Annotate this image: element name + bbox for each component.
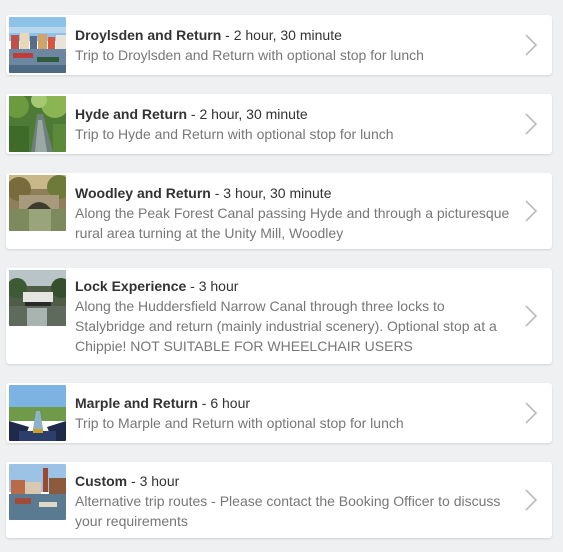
- mill-chimney-canal-photo-icon: [9, 464, 66, 520]
- trip-thumbnail: [9, 464, 66, 520]
- trip-card-custom[interactable]: Custom - 3 hour Alternative trip routes …: [6, 462, 552, 538]
- trip-card-marple[interactable]: Marple and Return - 6 hour Trip to Marpl…: [6, 383, 552, 443]
- trip-card-lock-experience[interactable]: Lock Experience - 3 hour Along the Hudde…: [6, 268, 552, 364]
- trip-thumbnail: [9, 385, 66, 441]
- trip-thumbnail: [9, 270, 66, 326]
- chevron-right-icon[interactable]: [524, 112, 538, 136]
- trip-text: Custom - 3 hour Alternative trip routes …: [75, 471, 515, 531]
- trip-text: Hyde and Return - 2 hour, 30 minute Trip…: [75, 104, 515, 144]
- chevron-right-icon[interactable]: [524, 401, 538, 425]
- trip-card-woodley[interactable]: Woodley and Return - 3 hour, 30 minute A…: [6, 173, 552, 249]
- narrowboat-bow-photo-icon: [9, 385, 66, 441]
- trip-text: Marple and Return - 6 hour Trip to Marpl…: [75, 393, 515, 433]
- trip-description: Along the Huddersfield Narrow Canal thro…: [75, 298, 497, 354]
- trip-description: Trip to Hyde and Return with optional st…: [75, 126, 394, 142]
- trip-description: Along the Peak Forest Canal passing Hyde…: [75, 205, 510, 241]
- trip-duration: - 3 hour: [186, 278, 239, 294]
- trip-duration: - 2 hour, 30 minute: [187, 106, 308, 122]
- chevron-right-icon[interactable]: [524, 33, 538, 57]
- trip-text: Woodley and Return - 3 hour, 30 minute A…: [75, 183, 515, 243]
- town-marina-photo-icon: [9, 17, 66, 73]
- trip-duration: - 3 hour, 30 minute: [210, 185, 332, 201]
- trip-card-hyde[interactable]: Hyde and Return - 2 hour, 30 minute Trip…: [6, 94, 552, 154]
- trip-description: Trip to Marple and Return with optional …: [75, 415, 404, 431]
- tree-lined-canal-photo-icon: [9, 96, 66, 152]
- trip-card-droylsden[interactable]: Droylsden and Return - 2 hour, 30 minute…: [6, 15, 552, 75]
- trip-description: Trip to Droylsden and Return with option…: [75, 47, 424, 63]
- trip-list: Droylsden and Return - 2 hour, 30 minute…: [0, 0, 563, 552]
- trip-title: Hyde and Return: [75, 106, 188, 122]
- trip-title: Woodley and Return: [75, 185, 211, 201]
- trip-title: Lock Experience: [75, 278, 187, 294]
- trip-thumbnail: [9, 17, 66, 73]
- trip-title: Custom: [75, 473, 128, 489]
- trip-title: Droylsden and Return: [75, 27, 222, 43]
- trip-text: Droylsden and Return - 2 hour, 30 minute…: [75, 25, 515, 65]
- trip-thumbnail: [9, 175, 66, 231]
- chevron-right-icon[interactable]: [524, 304, 538, 328]
- chevron-right-icon[interactable]: [524, 199, 538, 223]
- trip-duration: - 3 hour: [127, 473, 180, 489]
- chevron-right-icon[interactable]: [524, 488, 538, 512]
- trip-duration: - 6 hour: [197, 395, 251, 411]
- trip-title: Marple and Return: [75, 395, 198, 411]
- canal-lock-photo-icon: [9, 270, 66, 326]
- stone-bridge-canal-photo-icon: [9, 175, 66, 231]
- trip-text: Lock Experience - 3 hour Along the Hudde…: [75, 276, 515, 356]
- trip-duration: - 2 hour, 30 minute: [221, 27, 342, 43]
- trip-description: Alternative trip routes - Please contact…: [75, 493, 501, 529]
- trip-thumbnail: [9, 96, 66, 152]
